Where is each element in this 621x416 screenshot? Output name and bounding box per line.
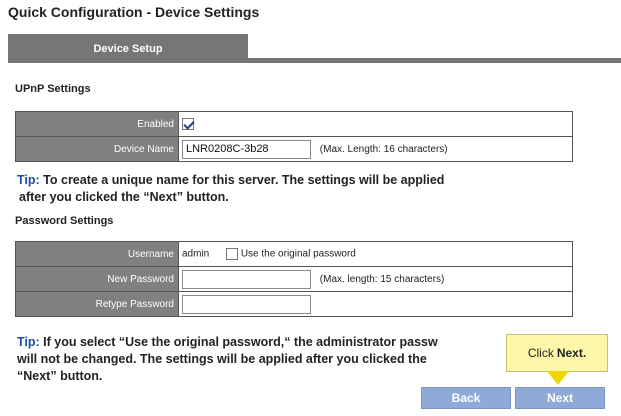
tip-device-name: Tip: To create a unique name for this se…: [17, 172, 537, 206]
upnp-settings-heading: UPnP Settings: [15, 83, 91, 95]
upnp-settings-table: Enabled Device Name LNR0208C-3b28 (Max. …: [15, 111, 573, 162]
page-title: Quick Configuration - Device Settings: [8, 4, 260, 20]
new-password-row: New Password (Max. length: 15 characters…: [15, 266, 573, 292]
username-label: Username: [15, 241, 179, 267]
password-settings-table: Username admin Use the original password…: [15, 241, 573, 317]
tip-text-line: “Next” button.: [17, 369, 103, 383]
enabled-checkbox[interactable]: [182, 118, 194, 130]
enabled-label: Enabled: [15, 111, 179, 137]
tab-device-setup[interactable]: Device Setup: [8, 34, 248, 63]
enabled-row: Enabled: [15, 111, 573, 137]
back-button[interactable]: Back: [421, 387, 511, 409]
next-button[interactable]: Next: [515, 387, 605, 409]
new-password-label: New Password: [15, 266, 179, 292]
tip-password: Tip: If you select “Use the original pas…: [17, 334, 537, 385]
tab-bar: Device Setup: [8, 34, 621, 63]
new-password-input[interactable]: [182, 269, 311, 289]
retype-password-input[interactable]: [182, 294, 311, 314]
callout-text: Click: [527, 346, 554, 360]
device-name-hint: (Max. Length: 16 characters): [319, 143, 448, 155]
username-value: admin: [182, 248, 210, 260]
tip-label: Tip:: [17, 173, 40, 187]
use-original-password-label: Use the original password: [240, 248, 356, 260]
use-original-password-checkbox[interactable]: [226, 248, 239, 260]
callout-tooltip: Click Next.: [506, 334, 608, 372]
device-name-label: Device Name: [15, 136, 179, 162]
arrow-down-icon: [547, 371, 569, 385]
password-settings-heading: Password Settings: [15, 215, 114, 227]
tip-text-line: If you select “Use the original password…: [43, 335, 438, 349]
tip-label: Tip:: [17, 335, 40, 349]
callout-target: Next.: [556, 346, 587, 360]
tip-text-line: To create a unique name for this server.…: [43, 173, 445, 187]
tip-text-line: after you clicked the “Next” button.: [19, 190, 229, 204]
retype-password-label: Retype Password: [15, 291, 179, 317]
retype-password-row: Retype Password: [15, 291, 573, 317]
device-name-input[interactable]: LNR0208C-3b28: [182, 139, 311, 159]
tip-text-line: will not be changed. The settings will b…: [17, 352, 427, 366]
device-name-row: Device Name LNR0208C-3b28 (Max. Length: …: [15, 136, 573, 162]
username-row: Username admin Use the original password: [15, 241, 573, 267]
new-password-hint: (Max. length: 15 characters): [319, 273, 445, 285]
